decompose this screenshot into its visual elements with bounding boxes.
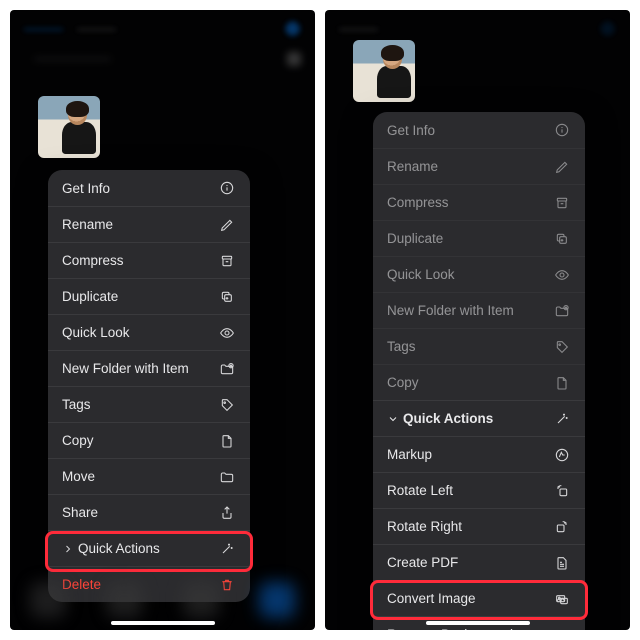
menu-item-compress[interactable]: Compress: [48, 242, 250, 278]
menu-item-rename: Rename: [373, 148, 585, 184]
eye-icon: [218, 324, 236, 342]
top-bar: ——————⊕: [10, 10, 315, 46]
share-icon: [218, 504, 236, 522]
menu-item-rotate-right[interactable]: Rotate Right: [373, 508, 585, 544]
menu-item-label: Duplicate: [387, 231, 443, 246]
menu-item-duplicate: Duplicate: [373, 220, 585, 256]
menu-item-label: Remove Background: [387, 627, 513, 630]
menu-item-tags[interactable]: Tags: [48, 386, 250, 422]
menu-item-markup[interactable]: Markup: [373, 436, 585, 472]
convert-icon: [553, 590, 571, 608]
context-menu: Get Info Rename Compress Duplicate Quick Loo…: [48, 170, 250, 602]
menu-item-label: Compress: [62, 253, 124, 268]
menu-item-label: Tags: [62, 397, 91, 412]
menu-item-copy[interactable]: Copy: [48, 422, 250, 458]
duplicate-icon: [553, 230, 571, 248]
menu-item-quick-look: Quick Look: [373, 256, 585, 292]
menu-item-convert-image[interactable]: Convert Image: [373, 580, 585, 616]
chevron-down-icon: [387, 413, 399, 425]
menu-item-duplicate[interactable]: Duplicate: [48, 278, 250, 314]
rotleft-icon: [553, 482, 571, 500]
menu-item-label: New Folder with Item: [387, 303, 514, 318]
archive-icon: [218, 252, 236, 270]
home-indicator: [426, 621, 530, 625]
file-thumbnail: [38, 96, 100, 158]
removebg-icon: [553, 626, 571, 631]
menu-item-quick-actions[interactable]: Quick Actions: [48, 530, 250, 566]
chevron-right-icon: [62, 543, 74, 555]
menu-item-label: Tags: [387, 339, 416, 354]
archive-icon: [553, 194, 571, 212]
menu-section-quick-actions[interactable]: Quick Actions: [373, 400, 585, 436]
menu-item-label: Duplicate: [62, 289, 118, 304]
newfolder-icon: [218, 360, 236, 378]
menu-item-label: Get Info: [387, 123, 435, 138]
menu-item-label: New Folder with Item: [62, 361, 189, 376]
newfolder-icon: [553, 302, 571, 320]
doc-icon: [553, 374, 571, 392]
menu-item-get-info: Get Info: [373, 112, 585, 148]
markup-icon: [553, 446, 571, 464]
wand-icon: [218, 540, 236, 558]
home-indicator: [111, 621, 215, 625]
doc-icon: [218, 432, 236, 450]
folder-icon: [218, 468, 236, 486]
menu-item-label: Quick Actions: [403, 411, 493, 426]
menu-item-tags: Tags: [373, 328, 585, 364]
phone-right: ———⊕ Get InfoRenameCompressDuplicateQuic…: [325, 10, 630, 630]
pdf-icon: [553, 554, 571, 572]
info-icon: [218, 179, 236, 197]
rotright-icon: [553, 518, 571, 536]
pencil-icon: [553, 158, 571, 176]
tag-icon: [218, 396, 236, 414]
menu-item-label: Quick Look: [62, 325, 130, 340]
menu-item-label: Rotate Right: [387, 519, 462, 534]
menu-item-compress: Compress: [373, 184, 585, 220]
menu-item-label: Share: [62, 505, 98, 520]
tag-icon: [553, 338, 571, 356]
menu-item-label: Quick Look: [387, 267, 455, 282]
menu-item-label: Compress: [387, 195, 449, 210]
menu-item-create-pdf[interactable]: Create PDF: [373, 544, 585, 580]
menu-item-share[interactable]: Share: [48, 494, 250, 530]
menu-item-new-folder-with-item[interactable]: New Folder with Item: [48, 350, 250, 386]
menu-item-move[interactable]: Move: [48, 458, 250, 494]
menu-item-rotate-left[interactable]: Rotate Left: [373, 472, 585, 508]
menu-item-label: Move: [62, 469, 95, 484]
menu-item-label: Quick Actions: [78, 541, 160, 556]
menu-item-label: Markup: [387, 447, 432, 462]
context-menu-expanded: Get Info Rename Compress Duplicate Quick Loo…: [373, 112, 585, 630]
menu-item-quick-look[interactable]: Quick Look: [48, 314, 250, 350]
menu-item-label: Rotate Left: [387, 483, 453, 498]
file-thumbnail: [353, 40, 415, 102]
menu-item-label: Rename: [387, 159, 438, 174]
phone-left: ——————⊕ ——————— Get Info Rename Compress Du…: [10, 10, 315, 630]
duplicate-icon: [218, 288, 236, 306]
menu-item-label: Rename: [62, 217, 113, 232]
pencil-icon: [218, 216, 236, 234]
menu-item-rename[interactable]: Rename: [48, 206, 250, 242]
menu-item-new-folder-with-item: New Folder with Item: [373, 292, 585, 328]
menu-item-label: Get Info: [62, 181, 110, 196]
eye-icon: [553, 266, 571, 284]
menu-item-copy: Copy: [373, 364, 585, 400]
menu-item-label: Copy: [62, 433, 94, 448]
menu-item-label: Copy: [387, 375, 419, 390]
info-icon: [553, 121, 571, 139]
wand-icon: [553, 410, 571, 428]
menu-item-label: Create PDF: [387, 555, 458, 570]
menu-item-get-info[interactable]: Get Info: [48, 170, 250, 206]
menu-item-label: Convert Image: [387, 591, 476, 606]
file-row-blurred: ———————: [10, 46, 315, 72]
